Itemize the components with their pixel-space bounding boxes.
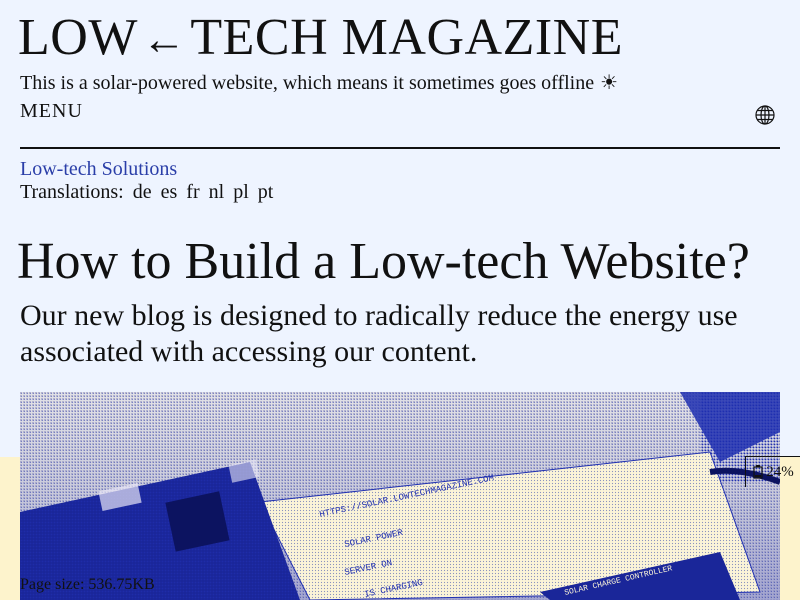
tagline-text: This is a solar-powered website, which m… <box>20 72 595 94</box>
header-divider <box>20 147 780 149</box>
translation-link-fr[interactable]: fr <box>186 181 199 203</box>
translation-link-nl[interactable]: nl <box>209 181 225 203</box>
solar-server-photo: HTTPS://SOLAR.LOWTECHMAGAZINE.COM SOLAR … <box>20 392 780 600</box>
logo-low: LOW <box>18 9 138 66</box>
page-size-readout: Page size: 536.75KB <box>20 576 155 593</box>
translations-label: Translations: <box>20 181 124 203</box>
article-lead: Our new blog is designed to radically re… <box>20 299 738 368</box>
translation-link-es[interactable]: es <box>161 181 178 203</box>
logo-arrow: ← <box>141 15 187 64</box>
menu-button[interactable]: MENU <box>20 100 83 123</box>
battery-indicator: 24% <box>745 456 800 487</box>
translation-link-pt[interactable]: pt <box>258 181 274 203</box>
translations-list: Translations: de es fr nl pl pt <box>20 181 273 204</box>
article-title: How to Build a Low-tech Website? <box>17 233 750 290</box>
solar-tagline: This is a solar-powered website, which m… <box>20 70 618 95</box>
translation-link-de[interactable]: de <box>133 181 152 203</box>
globe-icon[interactable] <box>754 104 776 126</box>
sun-icon: ☀ <box>600 72 619 94</box>
site-logo[interactable]: LOW←TECH MAGAZINE <box>18 12 623 64</box>
category-link[interactable]: Low-tech Solutions <box>20 158 177 181</box>
hero-image: HTTPS://SOLAR.LOWTECHMAGAZINE.COM SOLAR … <box>20 392 780 600</box>
battery-level: 24% <box>766 463 794 480</box>
translation-link-pl[interactable]: pl <box>233 181 249 203</box>
battery-icon <box>753 465 763 479</box>
logo-tech-magazine: TECH MAGAZINE <box>190 9 623 66</box>
